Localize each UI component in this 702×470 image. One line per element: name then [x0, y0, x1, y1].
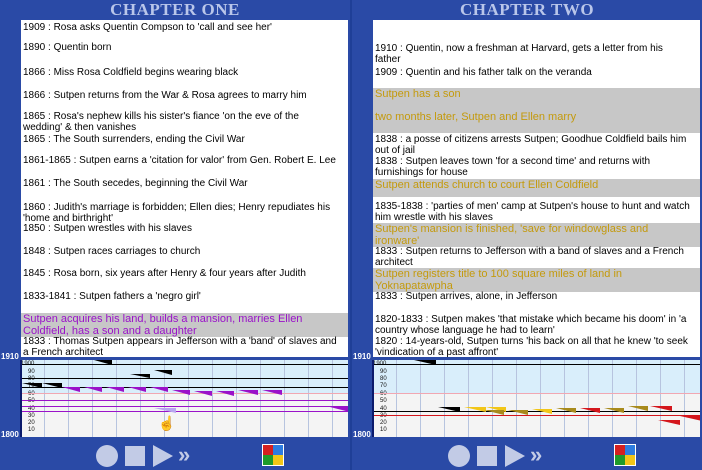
event-item-highlighted[interactable]: Sutpen attends church to court Ellen Col…: [373, 179, 700, 197]
circle-icon[interactable]: [96, 445, 118, 467]
four-color-grid-icon[interactable]: [262, 444, 284, 466]
event-item[interactable]: 1865 : The South surrenders, ending the …: [23, 134, 346, 145]
flag-marker: [680, 416, 700, 421]
flag-marker: [154, 408, 176, 413]
chapter-one-panel: CHAPTER ONE 1909 : Rosa asks Quentin Com…: [0, 0, 350, 470]
flag-marker: [628, 406, 648, 411]
fast-forward-icon[interactable]: »: [178, 443, 190, 467]
flag-marker: [216, 391, 234, 396]
event-item[interactable]: 1833 : Sutpen returns to Jefferson with …: [375, 246, 698, 268]
play-icon[interactable]: [153, 445, 173, 467]
flags-svg: [414, 360, 700, 425]
flag-marker: [556, 408, 576, 413]
event-item[interactable]: 1909 : Quentin and his father talk on th…: [375, 67, 698, 78]
flag-marker: [94, 360, 112, 365]
play-icon[interactable]: [505, 445, 525, 467]
event-item-highlighted[interactable]: two months later, Sutpen and Ellen marry: [373, 111, 700, 133]
event-item[interactable]: 1833-1841 : Sutpen fathers a 'negro girl…: [23, 291, 346, 302]
four-color-grid-icon[interactable]: [614, 444, 636, 466]
event-item[interactable]: 1860 : Judith's marriage is forbidden; E…: [23, 202, 346, 224]
playback-controls: »: [0, 440, 350, 470]
event-item-highlighted[interactable]: Sutpen's mansion is finished, 'save for …: [373, 223, 700, 247]
square-icon[interactable]: [477, 446, 497, 466]
flag-marker: [172, 390, 190, 395]
flags-svg: [22, 360, 348, 413]
event-item[interactable]: 1833 : Sutpen arrives, alone, in Jeffers…: [375, 291, 698, 302]
hand-cursor-icon: ☝: [158, 415, 176, 431]
flag-marker: [150, 387, 168, 392]
square-icon[interactable]: [125, 446, 145, 466]
event-item[interactable]: 1910 : Quentin, now a freshman at Harvar…: [375, 43, 698, 65]
event-item-highlighted[interactable]: Sutpen acquires his land, builds a mansi…: [21, 313, 348, 337]
timeline-year-bottom: 1800: [1, 430, 19, 439]
timeline-chart[interactable]: 1900 90 80 70 60 50 40 30 20 10: [20, 360, 348, 437]
flag-marker: [84, 387, 102, 392]
chapter-two-panel: CHAPTER TWO 1910 : Quentin, now a freshm…: [352, 0, 702, 470]
flag-marker: [106, 387, 124, 392]
fast-forward-icon[interactable]: »: [530, 443, 542, 467]
event-item[interactable]: 1865 : Rosa's nephew kills his sister's …: [23, 111, 346, 133]
event-item[interactable]: 1861-1865 : Sutpen earns a 'citation for…: [23, 155, 346, 166]
timeline-year-top: 1910: [1, 352, 19, 361]
flag-marker: [130, 374, 150, 378]
flag-marker: [464, 407, 486, 412]
flag-marker: [658, 420, 680, 425]
timeline-year-top: 1910: [353, 352, 371, 361]
flag-marker: [262, 390, 282, 395]
events-list[interactable]: 1910 : Quentin, now a freshman at Harvar…: [373, 20, 700, 357]
flag-marker: [580, 408, 600, 413]
flag-marker: [238, 390, 258, 395]
flag-marker: [414, 360, 436, 365]
event-item[interactable]: 1848 : Sutpen races carriages to church: [23, 246, 346, 257]
event-item[interactable]: 1820-1833 : Sutpen makes 'that mistake w…: [375, 314, 698, 336]
flag-marker: [438, 407, 460, 412]
flag-marker: [194, 391, 212, 396]
event-item[interactable]: 1835-1838 : 'parties of men' camp at Sut…: [375, 201, 698, 223]
flag-marker: [650, 406, 672, 411]
flag-marker: [62, 387, 80, 392]
event-item[interactable]: 1838 : a posse of citizens arrests Sutpe…: [375, 134, 698, 156]
flag-marker: [604, 408, 624, 413]
event-item[interactable]: 1866 : Miss Rosa Coldfield begins wearin…: [23, 67, 346, 78]
chapter-title: CHAPTER TWO: [459, 0, 595, 19]
event-item-highlighted[interactable]: Sutpen has a son: [373, 88, 700, 111]
event-item[interactable]: 1833 : Thomas Sutpen appears in Jefferso…: [23, 336, 346, 357]
flag-marker: [532, 409, 552, 414]
event-item-highlighted[interactable]: Sutpen registers title to 100 square mil…: [373, 268, 700, 292]
flag-marker: [22, 383, 42, 388]
timeline-chart[interactable]: 1900 90 80 70 60 50 40 30 20 10: [372, 360, 700, 437]
event-item[interactable]: 1845 : Rosa born, six years after Henry …: [23, 268, 346, 279]
event-item[interactable]: 1838 : Sutpen leaves town 'for a second …: [375, 156, 698, 178]
event-item[interactable]: 1866 : Sutpen returns from the War & Ros…: [23, 90, 346, 101]
timeline-year-bottom: 1800: [353, 430, 371, 439]
flag-marker: [508, 410, 528, 415]
flag-marker: [326, 406, 348, 412]
flag-marker: [154, 370, 172, 375]
event-item[interactable]: 1820 : 14-years-old, Sutpen turns 'his b…: [375, 336, 698, 357]
playback-controls: »: [352, 440, 702, 470]
flag-marker: [128, 387, 146, 392]
event-item[interactable]: 1861 : The South secedes, beginning the …: [23, 178, 346, 189]
flag-marker: [42, 383, 62, 388]
event-item[interactable]: 1850 : Sutpen wrestles with his slaves: [23, 223, 346, 234]
event-item[interactable]: 1909 : Rosa asks Quentin Compson to 'cal…: [23, 22, 346, 33]
circle-icon[interactable]: [448, 445, 470, 467]
flag-marker: [484, 410, 504, 415]
chapter-title: CHAPTER ONE: [110, 0, 240, 19]
event-item[interactable]: 1890 : Quentin born: [23, 42, 346, 53]
events-list[interactable]: 1909 : Rosa asks Quentin Compson to 'cal…: [21, 20, 348, 357]
